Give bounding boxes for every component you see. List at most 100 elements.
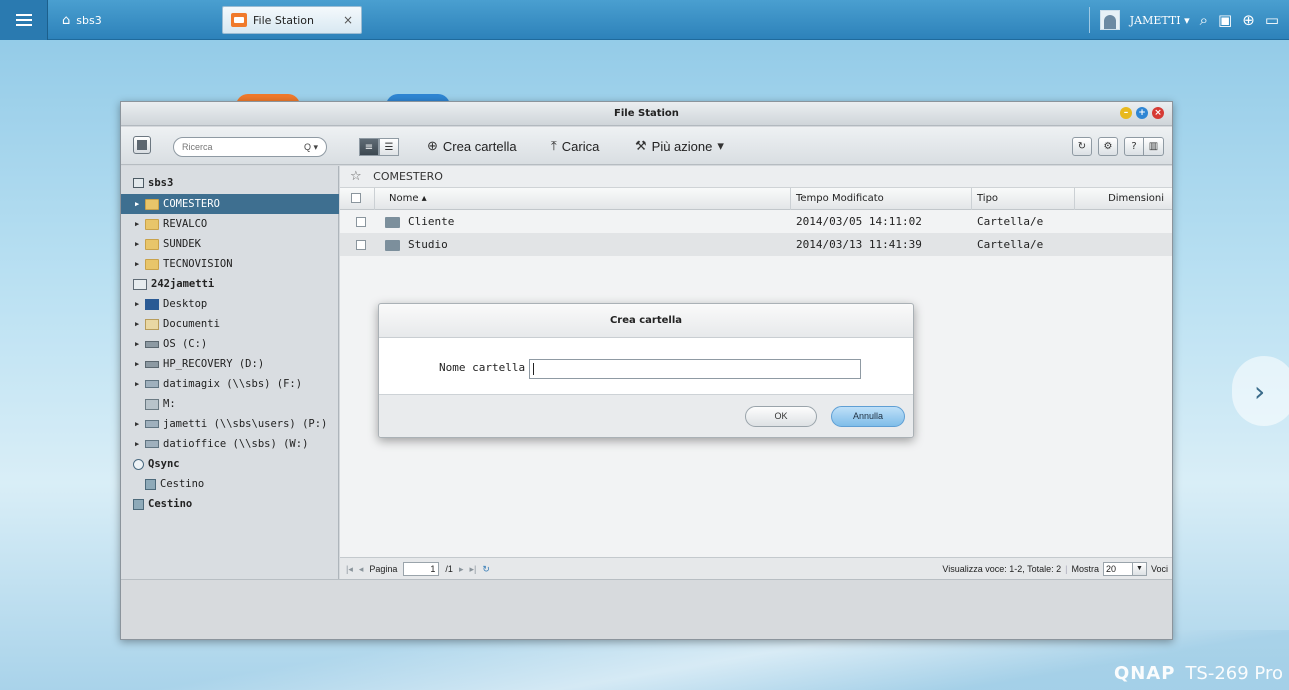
- tree-item-tecnovision[interactable]: ▶ TECNOVISION: [121, 254, 339, 274]
- detail-view-icon[interactable]: ☰: [379, 138, 399, 156]
- expand-arrow-icon[interactable]: ▶: [135, 420, 145, 428]
- expand-arrow-icon[interactable]: ▶: [135, 260, 145, 268]
- next-page-icon[interactable]: ▸: [459, 564, 464, 575]
- search-icon[interactable]: ⌕: [1200, 11, 1208, 29]
- home-tab[interactable]: ⌂ sbs3: [56, 8, 206, 32]
- expand-arrow-icon[interactable]: ▶: [135, 360, 145, 368]
- table-row[interactable]: Studio 2014/03/13 11:41:39 Cartella/e: [340, 233, 1172, 256]
- expand-arrow-icon[interactable]: ▶: [135, 200, 145, 208]
- tree-item-cestino[interactable]: Cestino: [121, 494, 339, 514]
- user-avatar-icon[interactable]: [1099, 10, 1120, 30]
- upload-label: Carica: [561, 138, 600, 154]
- table-row[interactable]: Cliente 2014/03/05 14:11:02 Cartella/e: [340, 210, 1172, 233]
- refresh-list-icon[interactable]: ↻: [482, 564, 490, 575]
- help-icon[interactable]: ▣: [1218, 11, 1232, 29]
- column-name[interactable]: Nome ▴: [375, 188, 791, 210]
- tree-item-os-c[interactable]: ▶ OS (C:): [121, 334, 339, 354]
- cancel-button[interactable]: Annulla: [831, 406, 905, 427]
- tree-item-datioffice[interactable]: ▶ datioffice (\\sbs) (W:): [121, 434, 339, 454]
- tree-label: M:: [163, 398, 176, 410]
- info-panel-icon[interactable]: ▥: [1144, 137, 1164, 156]
- tree-item-qsync-cestino[interactable]: Cestino: [121, 474, 339, 494]
- username-menu[interactable]: JAMETTI ▾: [1130, 14, 1190, 27]
- search-options-icon[interactable]: Q ▾: [304, 138, 318, 156]
- language-globe-icon[interactable]: ⊕: [1242, 11, 1255, 29]
- tree-item-m[interactable]: M:: [121, 394, 339, 414]
- page-number-input[interactable]: 1: [403, 562, 440, 576]
- expand-arrow-icon[interactable]: ▶: [135, 440, 145, 448]
- local-drive-icon: [145, 340, 159, 348]
- pager-summary: Visualizza voce: 1-2, Totale: 2 | Mostra…: [942, 562, 1168, 576]
- expand-arrow-icon[interactable]: ▶: [135, 380, 145, 388]
- row-name-cell: Cliente: [380, 210, 454, 233]
- row-name: Studio: [408, 238, 448, 251]
- tree-item-sbs3[interactable]: sbs3: [121, 173, 339, 193]
- more-actions-label: Più azione: [651, 138, 713, 154]
- prev-page-icon[interactable]: ◂: [359, 564, 364, 575]
- file-station-tab[interactable]: File Station ×: [222, 6, 362, 34]
- row-checkbox[interactable]: [356, 240, 366, 250]
- network-drive-icon: [145, 440, 159, 448]
- maximize-icon[interactable]: +: [1136, 107, 1148, 119]
- breadcrumb: ☆ COMESTERO: [340, 166, 1172, 188]
- column-size[interactable]: Dimensioni: [1075, 188, 1172, 210]
- dialog-title[interactable]: Crea cartella: [379, 304, 913, 338]
- more-actions-button[interactable]: ⚒ Più azione ▾: [635, 138, 724, 154]
- tree-label: Qsync: [148, 458, 180, 470]
- expand-arrow-icon[interactable]: ▶: [135, 340, 145, 348]
- column-type[interactable]: Tipo: [972, 188, 1075, 210]
- monitor-icon[interactable]: ▭: [1265, 11, 1279, 29]
- settings-gear-icon[interactable]: ⚙: [1098, 137, 1118, 156]
- tree-item-desktop[interactable]: ▶ Desktop: [121, 294, 339, 314]
- expand-arrow-icon[interactable]: ▶: [135, 240, 145, 248]
- select-all-checkbox[interactable]: [351, 193, 361, 203]
- folder-name-input[interactable]: [529, 359, 861, 379]
- row-checkbox[interactable]: [356, 217, 366, 227]
- favorite-star-icon[interactable]: ☆: [350, 169, 362, 184]
- items-label: Voci: [1150, 564, 1168, 574]
- main-menu-button[interactable]: [0, 0, 48, 40]
- brand-name: QNAP: [1113, 663, 1176, 684]
- tree-item-sundek[interactable]: ▶ SUNDEK: [121, 234, 339, 254]
- table-header: Nome ▴ Tempo Modificato Tipo Dimensioni: [340, 188, 1172, 210]
- per-page-select[interactable]: 20 ▼: [1102, 562, 1147, 576]
- window-titlebar[interactable]: File Station – + ×: [121, 102, 1172, 126]
- close-tab-icon[interactable]: ×: [343, 13, 353, 27]
- next-page-arrow-icon[interactable]: ›: [1232, 356, 1289, 426]
- tree-item-jametti[interactable]: ▶ jametti (\\sbs\users) (P:): [121, 414, 339, 434]
- tree-item-qsync[interactable]: Qsync: [121, 454, 339, 474]
- row-modified: 2014/03/13 11:41:39: [796, 238, 922, 251]
- folder-icon: [145, 258, 159, 270]
- tree-item-242jametti[interactable]: 242jametti: [121, 274, 339, 294]
- upload-button[interactable]: ⤒ Carica: [551, 138, 599, 154]
- removable-drive-icon: [145, 398, 159, 410]
- help-question-icon[interactable]: ?: [1124, 137, 1144, 156]
- tree-item-comestero[interactable]: ▶ COMESTERO: [121, 194, 339, 214]
- user-area: JAMETTI ▾ ⌕ ▣ ⊕ ▭: [1088, 0, 1279, 40]
- network-drive-icon: [145, 380, 159, 388]
- row-name: Cliente: [408, 215, 455, 228]
- expand-arrow-icon[interactable]: ▶: [135, 320, 145, 328]
- ok-button[interactable]: OK: [745, 406, 817, 427]
- tree-item-revalco[interactable]: ▶ REVALCO: [121, 214, 339, 234]
- first-page-icon[interactable]: |◂: [346, 564, 353, 575]
- search-input[interactable]: Ricerca Q ▾: [173, 137, 327, 157]
- tree-item-datimagix[interactable]: ▶ datimagix (\\sbs) (F:): [121, 374, 339, 394]
- file-station-icon: [231, 13, 247, 27]
- pagination-bar: |◂ ◂ Pagina 1 /1 ▸ ▸| ↻ Visualizza voce:…: [340, 557, 1172, 579]
- tree-item-documenti[interactable]: ▶ Documenti: [121, 314, 339, 334]
- create-folder-button[interactable]: ⊕ Crea cartella: [427, 138, 517, 154]
- column-modified[interactable]: Tempo Modificato: [791, 188, 972, 210]
- expand-arrow-icon[interactable]: ▶: [135, 300, 145, 308]
- toggle-tree-icon[interactable]: [133, 136, 151, 154]
- separator: |: [1065, 564, 1068, 574]
- minimize-icon[interactable]: –: [1120, 107, 1132, 119]
- last-page-icon[interactable]: ▸|: [469, 564, 476, 575]
- list-view-icon[interactable]: ≡: [359, 138, 379, 156]
- tree-label: datioffice (\\sbs) (W:): [163, 438, 309, 450]
- close-window-icon[interactable]: ×: [1152, 107, 1164, 119]
- tree-item-hp-recovery[interactable]: ▶ HP_RECOVERY (D:): [121, 354, 339, 374]
- refresh-icon[interactable]: ↻: [1072, 137, 1092, 156]
- expand-arrow-icon[interactable]: ▶: [135, 220, 145, 228]
- row-checkbox-cell: [351, 233, 366, 256]
